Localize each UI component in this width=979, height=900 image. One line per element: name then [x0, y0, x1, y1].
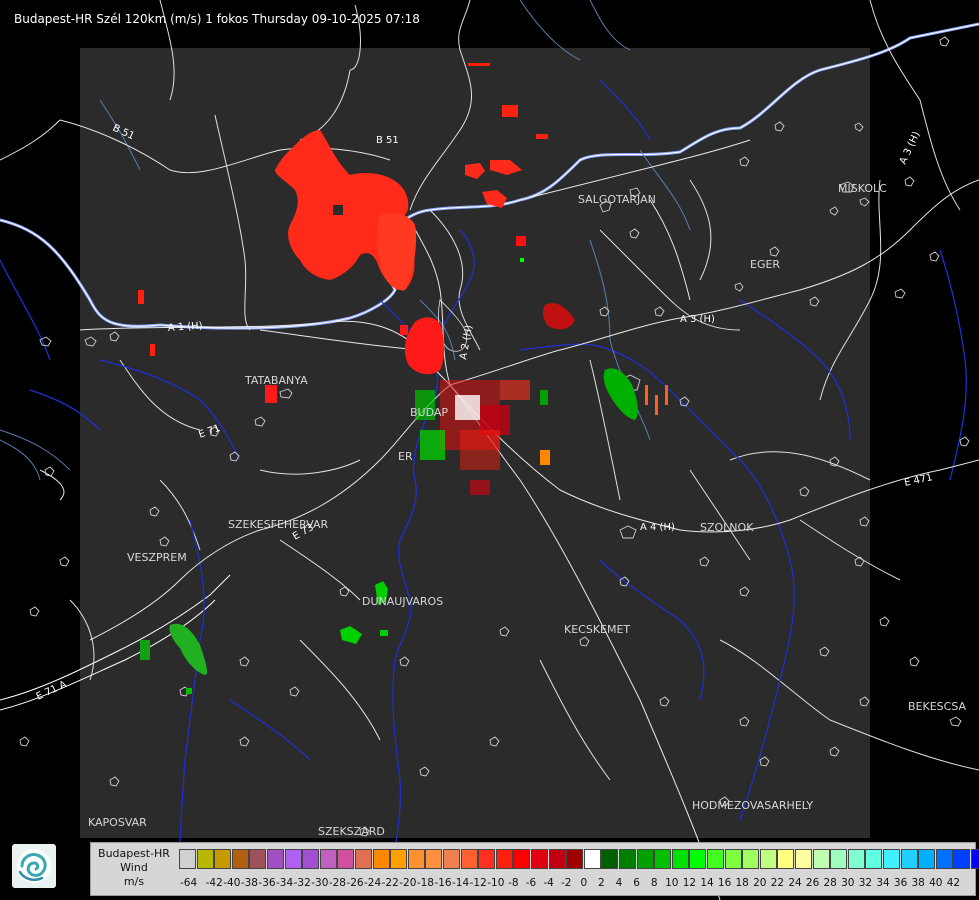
legend-swatch — [583, 849, 601, 869]
city-label-salgotarjan: SALGOTARJAN — [578, 193, 656, 206]
legend-swatch — [742, 849, 760, 869]
road-label-b51-east: B 51 — [376, 135, 399, 146]
road-label-a3: A 3 (H) — [680, 314, 715, 325]
legend-swatch — [372, 849, 390, 869]
radar-title: Budapest-HR Szél 120km (m/s) 1 fokos Thu… — [14, 12, 420, 26]
legend-swatch — [231, 849, 249, 869]
legend-swatch — [759, 849, 777, 869]
road-label-a4: A 4 (H) — [640, 522, 675, 533]
legend-swatch — [425, 849, 443, 869]
city-label-kaposvar: KAPOSVAR — [88, 816, 147, 829]
city-label-tatabanya: TATABANYA — [244, 374, 308, 387]
legend-swatch — [883, 849, 900, 869]
legend-swatch — [214, 849, 232, 869]
legend-swatch — [812, 849, 830, 869]
legend-swatch — [319, 849, 337, 869]
legend-swatch — [707, 849, 724, 869]
legend-swatch — [847, 849, 865, 869]
legend-label: Budapest-HR Wind m/s — [91, 847, 177, 889]
legend-swatch — [724, 849, 742, 869]
legend-swatch — [654, 849, 672, 869]
legend-tick-label: -64 — [180, 877, 198, 889]
legend-swatch — [355, 849, 372, 869]
legend-swatch — [443, 849, 460, 869]
legend-swatch — [302, 849, 320, 869]
legend-swatch — [179, 849, 196, 869]
legend-swatch — [548, 849, 566, 869]
legend-swatch — [390, 849, 408, 869]
city-label-miskolc: MISKOLC — [838, 182, 887, 195]
legend-swatch — [566, 849, 584, 869]
legend-swatch — [865, 849, 883, 869]
city-label-dunaujvaros: DUNAUJVAROS — [362, 595, 443, 608]
legend-swatch — [953, 849, 971, 869]
legend-swatch — [935, 849, 953, 869]
legend-swatch — [196, 849, 214, 869]
legend-swatch — [971, 849, 979, 869]
legend-swatch — [619, 849, 636, 869]
legend-swatch — [601, 849, 619, 869]
legend-swatch — [337, 849, 355, 869]
legend-swatch — [407, 849, 425, 869]
legend-swatch — [918, 849, 936, 869]
city-label-eger: EGER — [750, 258, 780, 271]
legend-swatch — [830, 849, 848, 869]
legend-swatch — [689, 849, 707, 869]
legend-unit: m/s — [123, 875, 145, 888]
legend-tick-label: 42 — [946, 877, 961, 889]
city-label-erd: ER — [398, 450, 413, 463]
city-label-szolnok: SZOLNOK — [700, 521, 754, 534]
legend-swatch — [513, 849, 531, 869]
radar-map-screen: SALGOTARJAN MISKOLC EGER TATABANYA BUDAP… — [0, 0, 979, 900]
legend-swatch — [636, 849, 654, 869]
city-label-budapest: BUDAP — [410, 406, 448, 419]
city-label-bekescsaba: BEKESCSA — [908, 700, 967, 713]
legend-swatch — [460, 849, 478, 869]
road-label-e471: E 471 — [903, 472, 933, 489]
city-label-hodmezovasarhely: HODMEZOVASARHELY — [692, 799, 813, 812]
legend-swatch — [671, 849, 689, 869]
legend-swatch — [267, 849, 284, 869]
legend-swatch — [495, 849, 513, 869]
city-label-kecskemet: KECSKEMET — [564, 623, 630, 636]
legend-swatch — [478, 849, 496, 869]
city-label-szekszard: SZEKSZARD — [318, 825, 385, 838]
wind-speed-legend: Budapest-HR Wind m/s -64 -42 -40 -38 -36 -34-… — [90, 842, 979, 896]
radar-map[interactable]: SALGOTARJAN MISKOLC EGER TATABANYA BUDAP… — [0, 0, 979, 900]
legend-station: Budapest-HR — [98, 847, 170, 860]
met-service-logo-icon — [12, 844, 56, 888]
road-label-a3-ne: A 3 (H) — [898, 130, 923, 166]
legend-quantity: Wind — [120, 861, 148, 874]
legend-swatch — [795, 849, 812, 869]
legend-swatch — [284, 849, 302, 869]
legend-swatch — [531, 849, 548, 869]
legend-swatch — [777, 849, 795, 869]
legend-swatch — [249, 849, 267, 869]
city-label-veszprem: VESZPREM — [127, 551, 187, 564]
legend-swatch — [900, 849, 918, 869]
